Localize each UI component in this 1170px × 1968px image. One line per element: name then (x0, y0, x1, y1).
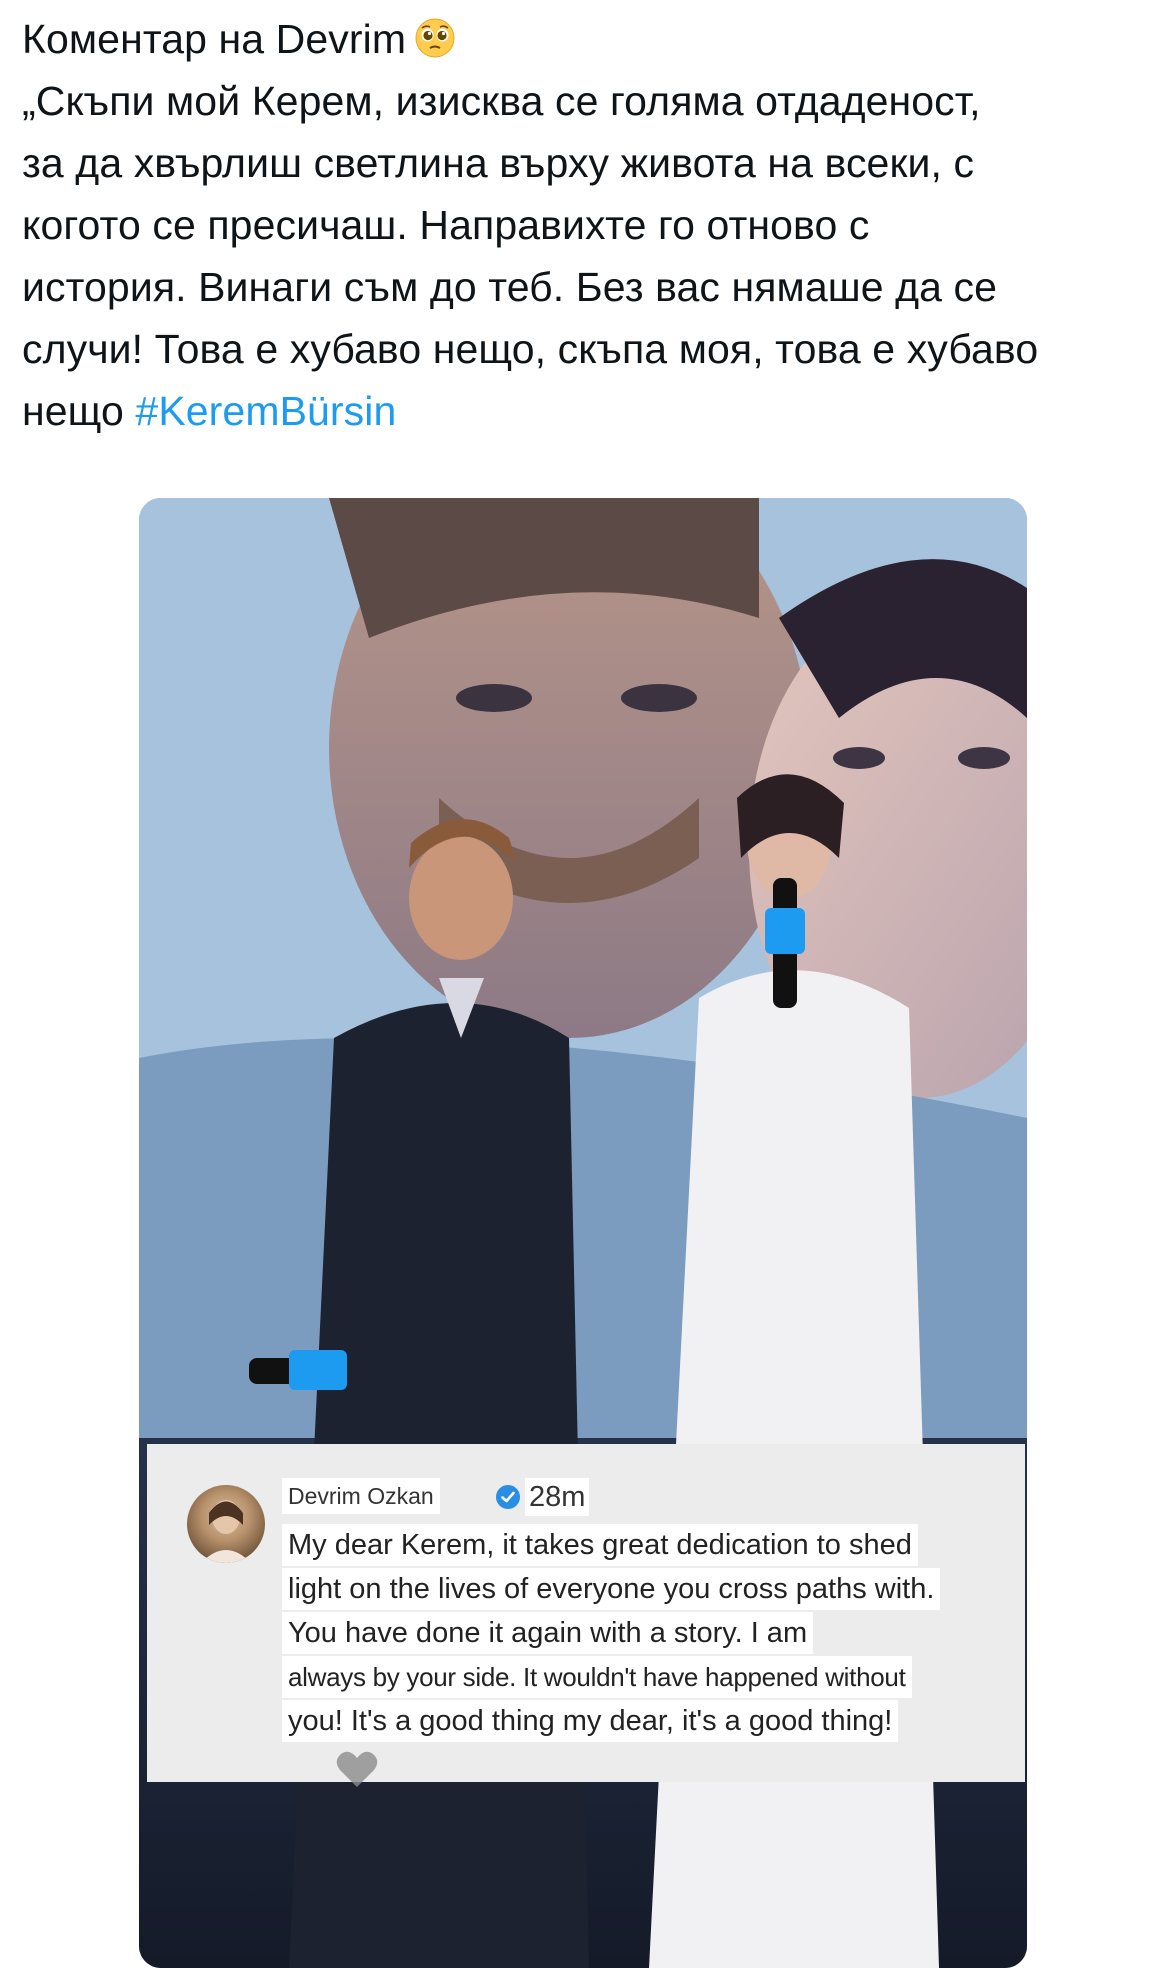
tweet-line-5: история. Винаги съм до теб. Без вас няма… (22, 264, 998, 310)
comment-line-3: You have done it again with a story. I a… (282, 1612, 814, 1654)
tweet-line-2: „Скъпи мой Керем, изисква се голяма отда… (22, 78, 981, 124)
tweet-line-7: нещо #KeremBürsin (22, 380, 1152, 442)
tweet-line-1: Коментар на Devrim (22, 8, 1152, 70)
instagram-comment-card: Devrim Ozkan 28m My dear Kerem, it takes… (147, 1444, 1025, 1787)
tweet-line-3: за да хвърлиш светлина върху живота на в… (22, 140, 975, 186)
avatar (187, 1485, 265, 1563)
tweet-line-4: когото се пресичаш. Направихте го отново… (22, 202, 870, 248)
verified-badge-icon (496, 1485, 520, 1509)
hashtag-link[interactable]: #KeremBürsin (135, 388, 396, 434)
comment-timestamp: 28m (525, 1478, 590, 1516)
tweet-media-image[interactable]: Devrim Ozkan 28m My dear Kerem, it takes… (139, 498, 1027, 1968)
pleading-face-emoji-icon (415, 18, 455, 58)
comment-line-4: always by your side. It wouldn't have ha… (282, 1656, 912, 1698)
comment-author: Devrim Ozkan (282, 1478, 440, 1514)
avatar-photo (201, 1500, 251, 1563)
tweet-text: Коментар на Devrim „Скъпи мой Керем, изи… (22, 8, 1152, 442)
tweet-line-6: случи! Това е хубаво нещо, скъпа моя, то… (22, 326, 1039, 372)
tweet-line-7-text: нещо (22, 388, 124, 434)
comment-line-5: you! It's a good thing my dear, it's a g… (282, 1700, 899, 1742)
comment-line-1: My dear Kerem, it takes great dedication… (282, 1524, 918, 1566)
tweet-line-1-text: Коментар на Devrim (22, 16, 407, 62)
heart-icon[interactable] (335, 1749, 379, 1789)
comment-line-2: light on the lives of everyone you cross… (282, 1568, 941, 1610)
